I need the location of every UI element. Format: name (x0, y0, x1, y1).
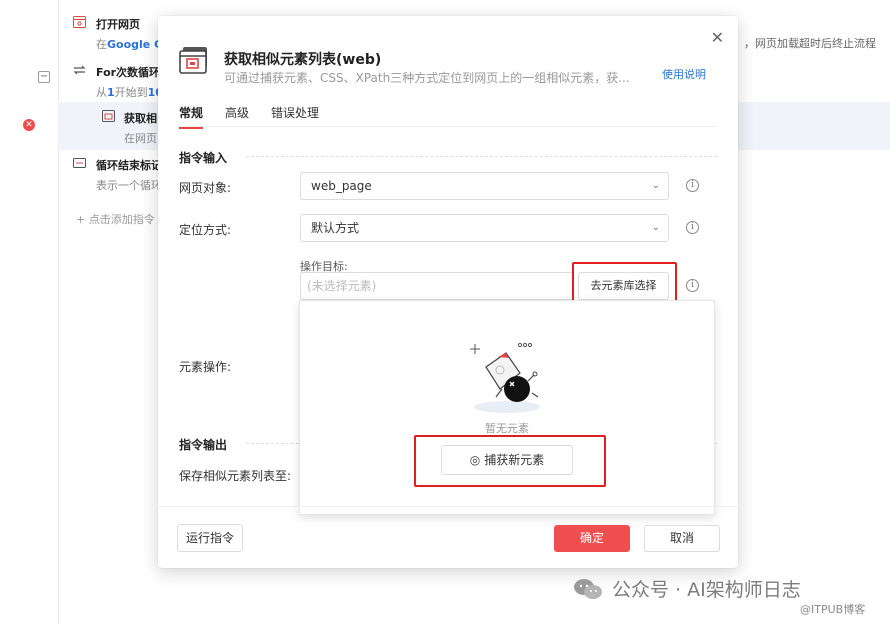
loop-icon (73, 65, 86, 75)
element-list-icon (179, 47, 207, 74)
step-subtitle: 在网页 (124, 132, 157, 145)
save-to-label: 保存相似元素列表至: (179, 469, 292, 483)
step-for-loop[interactable]: For次数循环 从1开始到10 (96, 64, 163, 100)
web-object-label: 网页对象: (179, 181, 232, 195)
locate-method-value: 默认方式 (311, 221, 360, 235)
step-get-similar[interactable]: 获取相 在网页 (124, 110, 157, 146)
help-link[interactable]: 使用说明 (662, 66, 706, 82)
browser-icon (73, 16, 86, 28)
section-divider (246, 156, 717, 157)
input-section-title: 指令输入 (179, 151, 228, 165)
element-list-icon (102, 110, 115, 122)
web-object-value: web_page (311, 179, 372, 193)
left-divider (58, 0, 59, 624)
info-icon[interactable]: i (686, 221, 699, 234)
locate-method-select[interactable]: 默认方式 ⌄ (300, 214, 669, 242)
step-title: For次数循环 (96, 66, 161, 79)
collapse-loop-button[interactable]: − (38, 71, 50, 83)
cancel-button[interactable]: 取消 (644, 525, 720, 552)
get-similar-elements-dialog: ✕ 获取相似元素列表(web) 可通过捕获元素、CSS、XPath三种方式定位到… (158, 16, 738, 568)
output-section-title: 指令输出 (179, 438, 228, 452)
dialog-description: 可通过捕获元素、CSS、XPath三种方式定位到网页上的一组相似元素，获... (224, 71, 630, 85)
info-icon[interactable]: i (686, 279, 699, 292)
empty-robot-illustration (470, 342, 540, 413)
add-step-button[interactable]: + 点击添加指令 (76, 211, 155, 227)
locate-method-label: 定位方式: (179, 223, 232, 237)
empty-state-text: 暂无元素 (485, 422, 529, 435)
target-input[interactable]: (未选择元素) (300, 272, 574, 300)
watermark-source: @ITPUB博客 (800, 603, 866, 616)
highlight-box (414, 435, 606, 487)
step-title: 循环结束标记 (96, 159, 162, 172)
watermark-text: 公众号 · AI架构师日志 (612, 579, 801, 601)
error-icon: ✕ (23, 119, 35, 131)
info-icon[interactable]: i (686, 179, 699, 192)
step-subtitle: 从1开始到10 (96, 86, 163, 99)
close-icon[interactable]: ✕ (711, 28, 724, 47)
element-operation-label: 元素操作: (179, 360, 232, 374)
confirm-button[interactable]: 确定 (554, 525, 630, 552)
step-hint-text: ，网页加载超时后终止流程 (744, 37, 876, 50)
chevron-down-icon: ⌄ (651, 222, 660, 233)
web-object-select[interactable]: web_page ⌄ (300, 172, 669, 200)
run-instruction-button[interactable]: 运行指令 (177, 524, 243, 552)
footer-divider (158, 506, 738, 507)
step-subtitle: 表示一个循环 (96, 179, 162, 192)
chevron-down-icon: ⌄ (651, 180, 660, 191)
dialog-title: 获取相似元素列表(web) (224, 52, 382, 68)
tab-divider (179, 126, 717, 127)
wechat-logo-icon (574, 579, 602, 599)
loop-end-icon (73, 158, 86, 168)
step-loop-end[interactable]: 循环结束标记 表示一个循环 (96, 157, 162, 193)
step-title: 获取相 (124, 112, 157, 125)
